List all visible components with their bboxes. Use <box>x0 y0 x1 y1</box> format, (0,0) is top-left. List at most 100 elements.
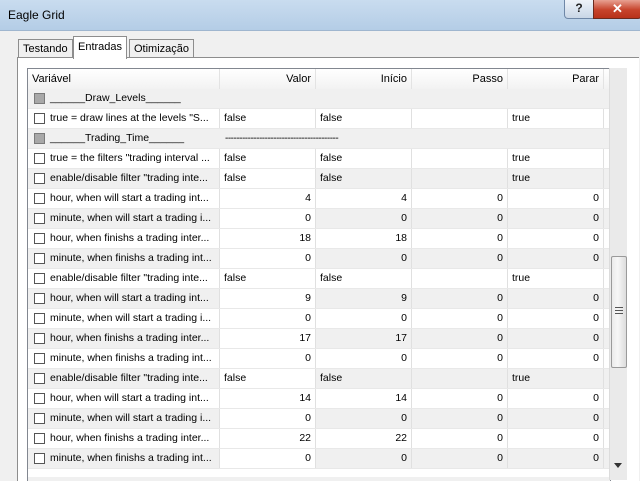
passo-cell[interactable]: 0 <box>412 449 508 468</box>
scroll-down-arrow-icon[interactable] <box>614 463 622 468</box>
close-button[interactable]: ✕ <box>593 0 640 19</box>
passo-cell[interactable] <box>412 369 508 388</box>
table-row[interactable]: minute, when finishs a trading int... 0 0 0… <box>28 449 610 469</box>
parar-cell[interactable]: true <box>508 149 604 168</box>
inicio-cell[interactable]: 0 <box>316 209 412 228</box>
passo-cell[interactable] <box>412 149 508 168</box>
parar-cell[interactable]: true <box>508 269 604 288</box>
table-row[interactable]: minute, when will start a trading i... 0 0… <box>28 209 610 229</box>
valor-cell[interactable]: false <box>220 369 316 388</box>
valor-cell[interactable]: 4 <box>220 189 316 208</box>
inicio-cell[interactable]: false <box>316 369 412 388</box>
parar-cell[interactable]: 0 <box>508 409 604 428</box>
inicio-cell[interactable]: false <box>316 109 412 128</box>
valor-cell[interactable]: 22 <box>220 429 316 448</box>
tab-entradas[interactable]: Entradas <box>73 36 128 59</box>
passo-cell[interactable]: 0 <box>412 189 508 208</box>
table-row[interactable]: minute, when will start a trading i... 0 0… <box>28 409 610 429</box>
parar-cell[interactable]: 0 <box>508 309 604 328</box>
parar-cell[interactable]: 0 <box>508 349 604 368</box>
table-row[interactable]: enable/disable filter "trading inte... fa… <box>28 269 610 289</box>
valor-cell[interactable]: 0 <box>220 309 316 328</box>
inicio-cell[interactable]: 22 <box>316 429 412 448</box>
inicio-cell[interactable]: false <box>316 269 412 288</box>
valor-cell[interactable]: 0 <box>220 209 316 228</box>
parar-cell[interactable]: true <box>508 109 604 128</box>
parar-cell[interactable]: 0 <box>508 229 604 248</box>
valor-cell[interactable]: 0 <box>220 449 316 468</box>
parar-cell[interactable]: 0 <box>508 389 604 408</box>
inicio-cell[interactable]: 0 <box>316 249 412 268</box>
inicio-cell[interactable]: false <box>316 169 412 188</box>
parar-cell[interactable]: 0 <box>508 249 604 268</box>
table-row[interactable]: hour, when will start a trading int... 9 9… <box>28 289 610 309</box>
passo-cell[interactable]: 0 <box>412 409 508 428</box>
column-header-valor[interactable]: Valor <box>220 69 316 89</box>
table-row[interactable]: enable/disable filter "trading inte... fa… <box>28 369 610 389</box>
table-row[interactable]: hour, when finishs a trading inter... 22 2… <box>28 429 610 449</box>
inicio-cell[interactable]: 9 <box>316 289 412 308</box>
inicio-cell[interactable]: 0 <box>316 349 412 368</box>
column-header-variavel[interactable]: Variável <box>28 69 220 89</box>
passo-cell[interactable]: 0 <box>412 249 508 268</box>
table-row[interactable]: true = the filters "trading interval ...… <box>28 149 610 169</box>
valor-cell[interactable]: false <box>220 269 316 288</box>
table-row[interactable]: minute, when will start a trading i... 0 0… <box>28 309 610 329</box>
group-row[interactable]: ______Trading_Time______ ----------------… <box>28 129 610 149</box>
inicio-cell[interactable]: 4 <box>316 189 412 208</box>
parar-cell[interactable]: 0 <box>508 189 604 208</box>
table-row[interactable]: true = draw lines at the levels "S... fal… <box>28 109 610 129</box>
parar-cell[interactable]: true <box>508 169 604 188</box>
passo-cell[interactable] <box>412 169 508 188</box>
passo-cell[interactable]: 0 <box>412 289 508 308</box>
column-header-parar[interactable]: Parar <box>508 69 604 89</box>
passo-cell[interactable]: 0 <box>412 349 508 368</box>
help-button[interactable]: ? <box>564 0 594 19</box>
column-header-passo[interactable]: Passo <box>412 69 508 89</box>
table-row[interactable]: minute, when finishs a trading int... 0 0 0… <box>28 349 610 369</box>
valor-cell[interactable]: false <box>220 149 316 168</box>
column-header-inicio[interactable]: Início <box>316 69 412 89</box>
valor-cell[interactable]: false <box>220 169 316 188</box>
table-row[interactable]: hour, when will start a trading int... 14… <box>28 389 610 409</box>
parar-cell[interactable]: true <box>508 369 604 388</box>
inicio-cell[interactable]: 0 <box>316 409 412 428</box>
inicio-cell[interactable]: 17 <box>316 329 412 348</box>
inicio-cell[interactable]: 18 <box>316 229 412 248</box>
valor-cell[interactable]: 18 <box>220 229 316 248</box>
table-row[interactable]: enable/disable filter "trading inte... fa… <box>28 169 610 189</box>
table-row[interactable]: hour, when finishs a trading inter... 18 1… <box>28 229 610 249</box>
parar-cell[interactable]: 0 <box>508 209 604 228</box>
scrollbar-thumb[interactable] <box>611 256 627 368</box>
passo-cell[interactable]: 0 <box>412 309 508 328</box>
passo-cell[interactable] <box>412 269 508 288</box>
passo-cell[interactable]: 0 <box>412 209 508 228</box>
group-row[interactable]: ______Draw_Levels______ <box>28 89 610 109</box>
table-row[interactable]: minute, when finishs a trading int... 0 0 0… <box>28 249 610 269</box>
valor-cell[interactable]: false <box>220 109 316 128</box>
inicio-cell[interactable]: 0 <box>316 449 412 468</box>
valor-cell[interactable]: 9 <box>220 289 316 308</box>
parar-cell[interactable]: 0 <box>508 329 604 348</box>
valor-cell[interactable]: 0 <box>220 409 316 428</box>
tab-otimizacao[interactable]: Otimização <box>129 39 195 58</box>
valor-cell[interactable]: 17 <box>220 329 316 348</box>
valor-cell[interactable]: 0 <box>220 349 316 368</box>
passo-cell[interactable]: 0 <box>412 329 508 348</box>
inicio-cell[interactable]: false <box>316 149 412 168</box>
inicio-cell[interactable]: 14 <box>316 389 412 408</box>
tab-testando[interactable]: Testando <box>18 39 73 58</box>
parar-cell[interactable]: 0 <box>508 429 604 448</box>
parar-cell[interactable]: 0 <box>508 449 604 468</box>
passo-cell[interactable] <box>412 109 508 128</box>
passo-cell[interactable]: 0 <box>412 229 508 248</box>
valor-cell[interactable]: 14 <box>220 389 316 408</box>
passo-cell[interactable]: 0 <box>412 429 508 448</box>
vertical-scrollbar[interactable] <box>609 68 627 480</box>
valor-cell[interactable]: 0 <box>220 249 316 268</box>
table-row[interactable]: hour, when will start a trading int... 4 4… <box>28 189 610 209</box>
parar-cell[interactable]: 0 <box>508 289 604 308</box>
inicio-cell[interactable]: 0 <box>316 309 412 328</box>
passo-cell[interactable]: 0 <box>412 389 508 408</box>
table-row[interactable]: hour, when finishs a trading inter... 17 1… <box>28 329 610 349</box>
